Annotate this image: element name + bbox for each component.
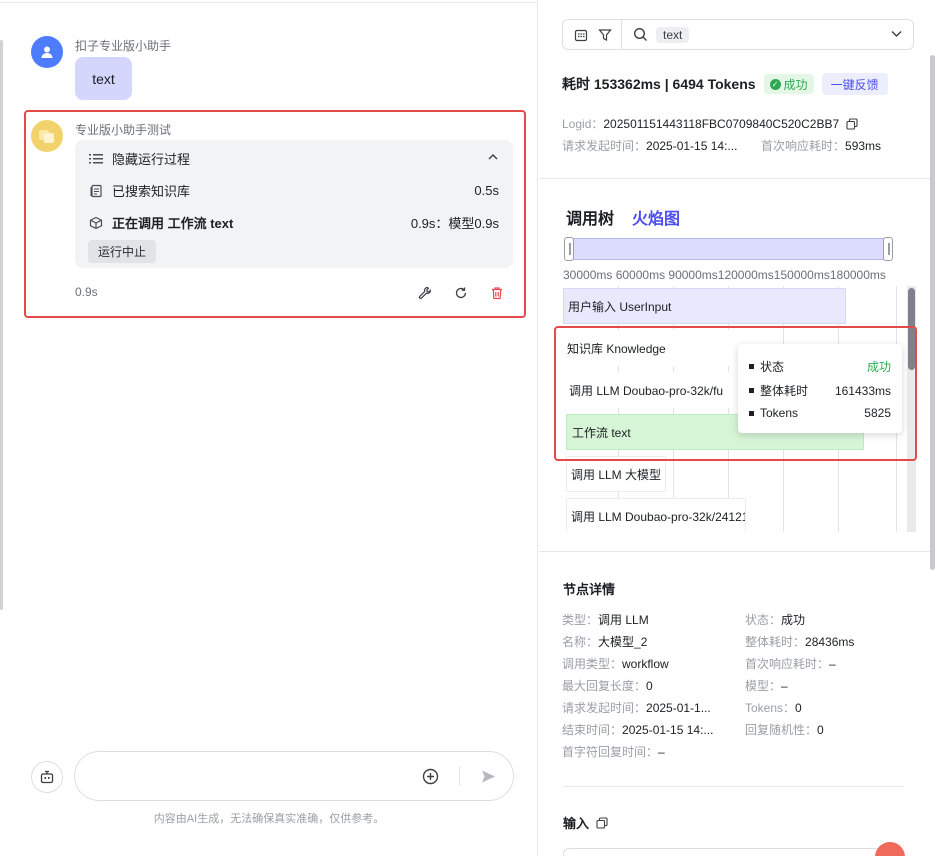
list-icon — [89, 152, 103, 166]
section-divider — [539, 178, 930, 179]
logid-value: 202501151443118FBC0709840C520C2BB7 — [603, 117, 840, 131]
node-detail-item: Tokens：0 — [745, 701, 802, 715]
message-input[interactable] — [95, 766, 415, 788]
trace-tabs: 调用树 火焰图 — [566, 205, 680, 229]
chevron-down-icon[interactable] — [890, 27, 903, 43]
flame-frame[interactable]: 用户输入 UserInput — [563, 288, 846, 324]
node-detail-item: 首次响应耗时：– — [745, 657, 836, 671]
process-step: 已搜索知识库 0.5s — [89, 181, 499, 200]
message-input-wrapper — [74, 751, 514, 801]
node-detail-item: 名称：大模型_2 — [562, 635, 648, 649]
top-divider — [0, 2, 538, 3]
bot-switch-button[interactable] — [31, 761, 63, 793]
trace-search-bar[interactable]: text — [562, 19, 914, 50]
trace-scrollbar[interactable] — [930, 55, 935, 570]
copy-icon[interactable] — [596, 817, 608, 832]
request-time-row: 请求发起时间：2025-01-15 14:... — [562, 137, 737, 154]
robot-icon — [40, 770, 54, 784]
process-toggle-label: 隐藏运行过程 — [112, 152, 191, 167]
user-icon — [41, 46, 53, 58]
copy-icon[interactable] — [846, 118, 859, 133]
process-step-time: 0.5s — [474, 183, 499, 198]
node-input-box — [563, 848, 898, 856]
process-toggle[interactable]: 隐藏运行过程 — [89, 149, 499, 168]
section-divider — [563, 786, 903, 787]
document-icon — [89, 184, 103, 198]
feedback-button[interactable]: 一键反馈 — [821, 73, 888, 95]
input-section-title: 输入 — [563, 813, 608, 832]
user-name: 扣子专业版小助手 — [75, 39, 172, 53]
chevron-up-icon[interactable] — [487, 151, 499, 166]
node-detail-item: 状态：成功 — [745, 613, 806, 627]
delete-icon[interactable] — [489, 285, 505, 301]
duration-tokens: 耗时 153362ms | 6494 Tokens — [562, 76, 756, 92]
stop-run-button[interactable]: 运行中止 — [88, 240, 157, 263]
process-step: 正在调用 工作流 text 0.9s：模型0.9s — [89, 213, 499, 232]
node-detail-item: 结束时间：2025-01-15 14:... — [562, 723, 714, 737]
calendar-icon[interactable] — [569, 28, 593, 42]
bot-name: 专业版小助手测试 — [75, 123, 172, 137]
search-icon — [628, 27, 652, 42]
reply-elapsed: 0.9s — [75, 285, 98, 299]
trace-metrics: 耗时 153362ms | 6494 Tokens ✓ 成功 一键反馈 — [562, 73, 888, 95]
send-icon[interactable] — [480, 768, 497, 788]
chat-pane: 扣子专业版小助手 text 专业版小助手测试 隐藏运行过程 已搜索知识库 0.5… — [0, 0, 538, 856]
refresh-icon[interactable] — [453, 285, 469, 301]
request-time-value: 2025-01-15 14:... — [646, 139, 738, 153]
filter-icon[interactable] — [593, 28, 617, 42]
node-detail-item: 整体耗时：28436ms — [745, 635, 855, 649]
logid-row: Logid：202501151443118FBC0709840C520C2BB7 — [562, 115, 859, 133]
process-step-label: 正在调用 工作流 text — [112, 216, 234, 231]
cube-icon — [89, 216, 103, 230]
node-detail-item: 类型：调用 LLM — [562, 613, 649, 627]
request-time-label: 请求发起时间： — [562, 139, 647, 153]
trace-pane: text 耗时 153362ms | 6494 Tokens ✓ 成功 一键反馈… — [539, 0, 937, 856]
tab-flame-graph[interactable]: 火焰图 — [632, 205, 680, 229]
status-badge: ✓ 成功 — [763, 74, 814, 94]
search-chip[interactable]: text — [656, 26, 690, 43]
input-divider — [459, 766, 460, 786]
node-detail-item: 最大回复长度：0 — [562, 679, 653, 693]
user-avatar — [31, 36, 63, 68]
logid-label: Logid： — [562, 117, 604, 131]
node-detail-item: 请求发起时间：2025-01-1... — [562, 701, 711, 715]
node-detail-item: 首字符回复时间：– — [562, 745, 665, 759]
run-process-panel: 隐藏运行过程 已搜索知识库 0.5s 正在调用 工作流 text 0.9s：模型… — [75, 140, 513, 268]
node-details-title: 节点详情 — [563, 582, 616, 597]
flame-frame[interactable]: 调用 LLM Doubao-pro-32k/241215 — [566, 498, 746, 532]
assistant-fab[interactable] — [875, 842, 905, 856]
node-detail-item: 模型：– — [745, 679, 788, 693]
range-handle-right[interactable] — [883, 237, 893, 261]
first-response-row: 首次响应耗时：593ms — [761, 137, 881, 154]
range-handle-left[interactable] — [564, 237, 574, 261]
tab-call-tree[interactable]: 调用树 — [566, 205, 614, 229]
ai-disclaimer: 内容由AI生成，无法确保真实准确，仅供参考。 — [153, 813, 385, 825]
check-icon: ✓ — [769, 78, 781, 90]
process-step-label: 已搜索知识库 — [112, 184, 191, 199]
process-step-time: 0.9s：模型0.9s — [410, 216, 499, 231]
time-range-slider[interactable] — [564, 237, 893, 261]
add-circle-icon[interactable] — [422, 768, 439, 788]
node-detail-item: 回复随机性：0 — [745, 723, 824, 737]
status-text: 成功 — [783, 77, 808, 92]
time-axis-ticks: 30000ms 60000ms 90000ms120000ms150000ms1… — [563, 268, 886, 282]
flame-frame[interactable]: 调用 LLM 大模型 — [566, 456, 666, 492]
chat-scrollbar[interactable] — [0, 40, 3, 610]
node-detail-item: 调用类型：workflow — [562, 657, 669, 671]
bot-avatar — [31, 120, 63, 152]
bot-logo-icon — [39, 130, 54, 143]
highlight-box-flame — [554, 326, 917, 461]
wrench-icon[interactable] — [417, 285, 433, 301]
first-response-value: 593ms — [845, 139, 882, 153]
section-divider — [539, 551, 930, 552]
search-divider — [621, 19, 622, 50]
first-response-label: 首次响应耗时： — [761, 139, 846, 153]
user-message-bubble: text — [75, 57, 132, 100]
